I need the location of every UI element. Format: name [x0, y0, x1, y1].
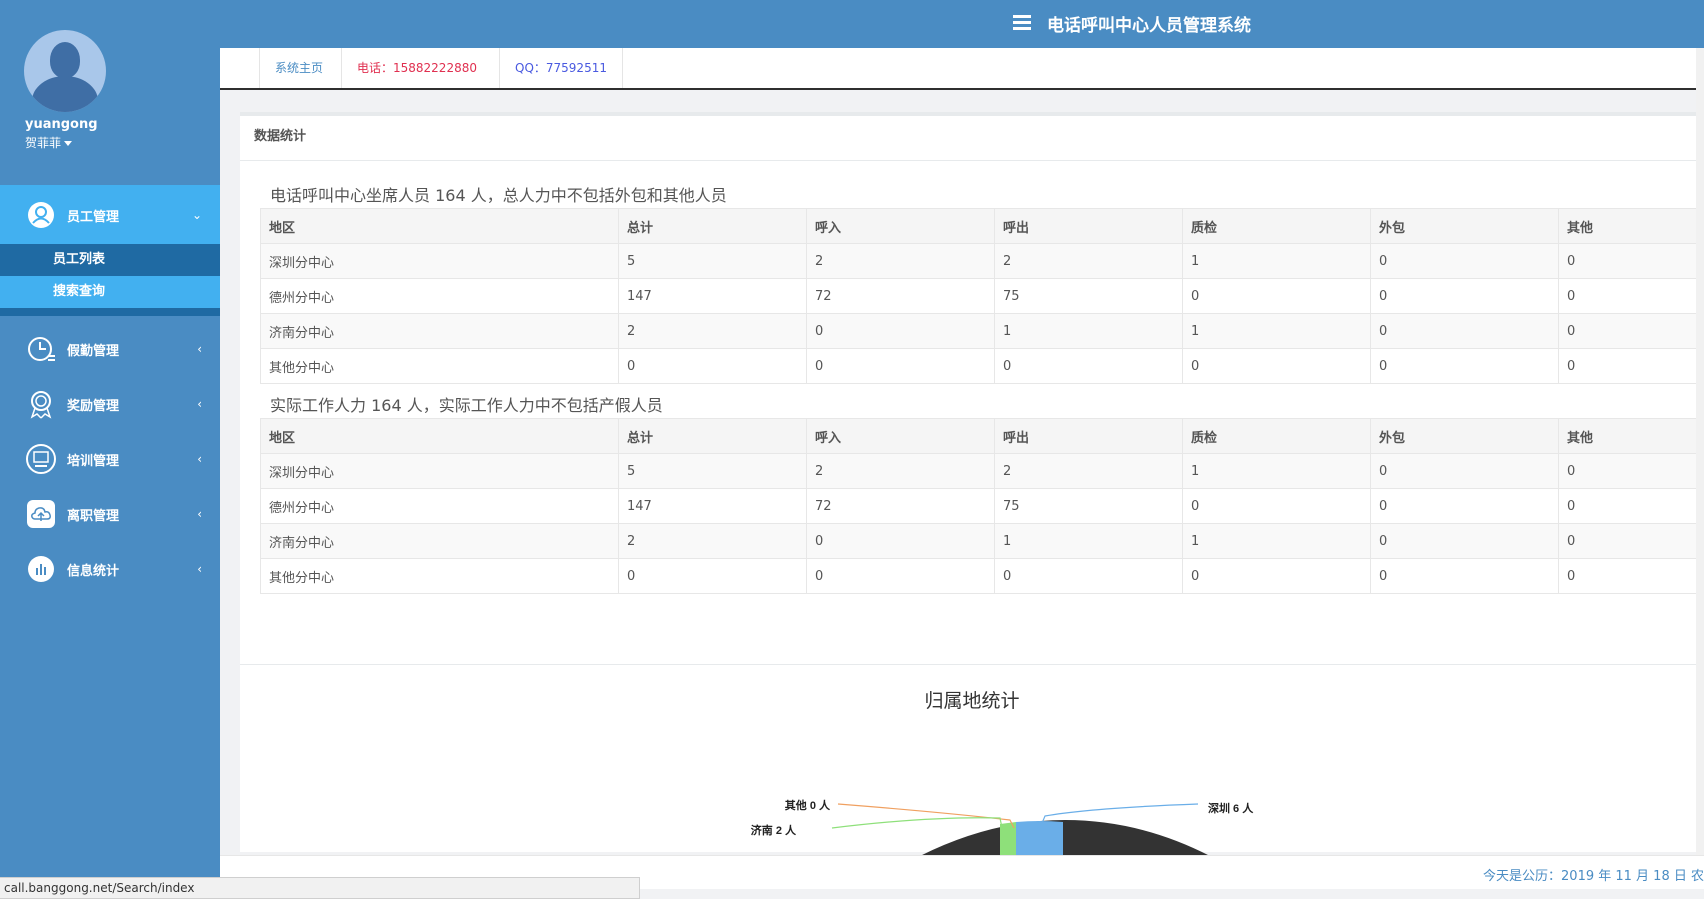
presentation-icon — [25, 443, 57, 475]
table-row: 济南分中心 2 0 1 1 0 0 — [260, 523, 1704, 559]
column-header: 呼入 — [806, 418, 995, 454]
sidebar-item-attendance[interactable]: 假勤管理 ‹ — [0, 319, 220, 379]
column-header: 地区 — [260, 208, 619, 244]
user-circle-icon — [25, 199, 57, 231]
column-header: 总计 — [618, 418, 807, 454]
chevron-left-icon: ‹ — [197, 562, 202, 576]
label-line-jinan — [831, 817, 1003, 829]
seats-table: 地区 总计 呼入 呼出 质检 外包 其他 深圳分中心 5 2 2 1 0 0 德州分中心 14… — [260, 208, 1704, 384]
table-row: 济南分中心 2 0 1 1 0 0 — [260, 313, 1704, 349]
chart-label-other: 其他 0 人 — [785, 798, 831, 812]
column-header: 其他 — [1558, 418, 1704, 454]
table-row: 深圳分中心 5 2 2 1 0 0 — [260, 243, 1704, 279]
chevron-left-icon: ‹ — [197, 397, 202, 411]
column-header: 质检 — [1182, 418, 1371, 454]
main-content: 数据统计 电话呼叫中心坐席人员 164 人，总人力中不包括外包和其他人员 地区 … — [220, 90, 1704, 899]
column-header: 外包 — [1370, 208, 1559, 244]
sidebar-item-label: 离职管理 — [67, 508, 120, 524]
chevron-left-icon: ‹ — [197, 342, 202, 356]
workforce-table: 地区 总计 呼入 呼出 质检 外包 其他 深圳分中心 5 2 2 1 0 0 德州分中心 14… — [260, 418, 1704, 594]
medal-icon — [25, 388, 57, 420]
sidebar-item-rewards[interactable]: 奖励管理 ‹ — [0, 374, 220, 434]
pie-chart-svg: 其他 0 人 济南 2 人 深圳 6 人 — [751, 798, 1254, 856]
username: yuangong — [25, 117, 98, 132]
panel-title: 数据统计 — [240, 116, 1704, 161]
column-header: 质检 — [1182, 208, 1371, 244]
sidebar-item-statistics[interactable]: 信息统计 ‹ — [0, 539, 220, 599]
app-title: 电话呼叫中心人员管理系统 — [1047, 16, 1251, 36]
sidebar-item-resignation[interactable]: 离职管理 ‹ — [0, 484, 220, 544]
cloud-upload-icon — [25, 498, 57, 530]
chevron-left-icon: ‹ — [197, 452, 202, 466]
column-header: 其他 — [1558, 208, 1704, 244]
column-header: 呼出 — [994, 208, 1183, 244]
user-menu-toggle[interactable]: 贺菲菲 — [25, 134, 73, 151]
sidebar-item-label: 假勤管理 — [67, 343, 120, 359]
column-header: 呼出 — [994, 418, 1183, 454]
clock-icon — [25, 333, 57, 365]
top-header: 电话呼叫中心人员管理系统 — [220, 0, 1704, 48]
chevron-down-icon: ⌄ — [191, 208, 202, 222]
vertical-scrollbar[interactable] — [1696, 48, 1704, 855]
caret-down-icon — [64, 141, 73, 146]
column-header: 地区 — [260, 418, 619, 454]
stats-panel: 数据统计 电话呼叫中心坐席人员 164 人，总人力中不包括外包和其他人员 地区 … — [240, 112, 1704, 856]
sidebar-subitem-search[interactable]: 搜索查询 — [0, 276, 220, 308]
chart-title: 归属地统计 — [924, 690, 1020, 712]
chart-label-jinan: 济南 2 人 — [751, 823, 797, 837]
sidebar-item-label: 培训管理 — [67, 453, 120, 469]
sidebar-item-label: 奖励管理 — [67, 398, 120, 414]
column-header: 外包 — [1370, 418, 1559, 454]
chevron-left-icon: ‹ — [197, 507, 202, 521]
tabs-bar: 系统主页 电话：15882222880 QQ：77592511 — [220, 48, 1704, 90]
avatar[interactable] — [24, 30, 106, 112]
user-profile: yuangong 贺菲菲 — [0, 0, 220, 185]
column-header: 总计 — [618, 208, 807, 244]
sidebar-item-training[interactable]: 培训管理 ‹ — [0, 429, 220, 489]
sidebar-item-label: 信息统计 — [67, 563, 120, 579]
sidebar-subitem-staff-list[interactable]: 员工列表 — [0, 244, 220, 276]
staff-submenu: 员工列表 搜索查询 — [0, 244, 220, 316]
section-title-seats: 电话呼叫中心坐席人员 164 人，总人力中不包括外包和其他人员 — [270, 186, 727, 205]
tab-phone[interactable]: 电话：15882222880 — [341, 48, 492, 88]
table-row: 德州分中心 147 72 75 0 0 0 — [260, 278, 1704, 314]
divider — [240, 664, 1704, 665]
footer-date: 今天是公历：2019 年 11 月 18 日 农 — [1483, 869, 1704, 884]
section-title-workforce: 实际工作人力 164 人，实际工作人力中不包括产假人员 — [270, 396, 663, 415]
browser-status-bar: call.banggong.net/Search/index — [0, 877, 640, 899]
table-row: 德州分中心 147 72 75 0 0 0 — [260, 488, 1704, 524]
table-row: 其他分中心 0 0 0 0 0 0 — [260, 348, 1704, 384]
chart-label-shenzhen: 深圳 6 人 — [1208, 801, 1254, 815]
sidebar-item-label: 员工管理 — [67, 209, 120, 225]
table-row: 深圳分中心 5 2 2 1 0 0 — [260, 453, 1704, 489]
tab-qq[interactable]: QQ：77592511 — [499, 48, 623, 88]
pie-slice-shenzhen — [1016, 821, 1063, 856]
hamburger-menu-icon[interactable] — [1013, 15, 1031, 30]
pie-chart: 其他 0 人 济南 2 人 深圳 6 人 — [240, 716, 1704, 856]
real-name: 贺菲菲 — [25, 136, 62, 150]
sidebar-item-staff[interactable]: 员工管理 ⌄ — [0, 185, 220, 245]
tab-home[interactable]: 系统主页 — [259, 48, 338, 88]
sidebar: yuangong 贺菲菲 员工管理 ⌄ 员工列表 搜索查询 假勤管理 ‹ 奖励管… — [0, 0, 220, 899]
table-row: 其他分中心 0 0 0 0 0 0 — [260, 558, 1704, 594]
column-header: 呼入 — [806, 208, 995, 244]
bar-chart-icon — [25, 553, 57, 585]
